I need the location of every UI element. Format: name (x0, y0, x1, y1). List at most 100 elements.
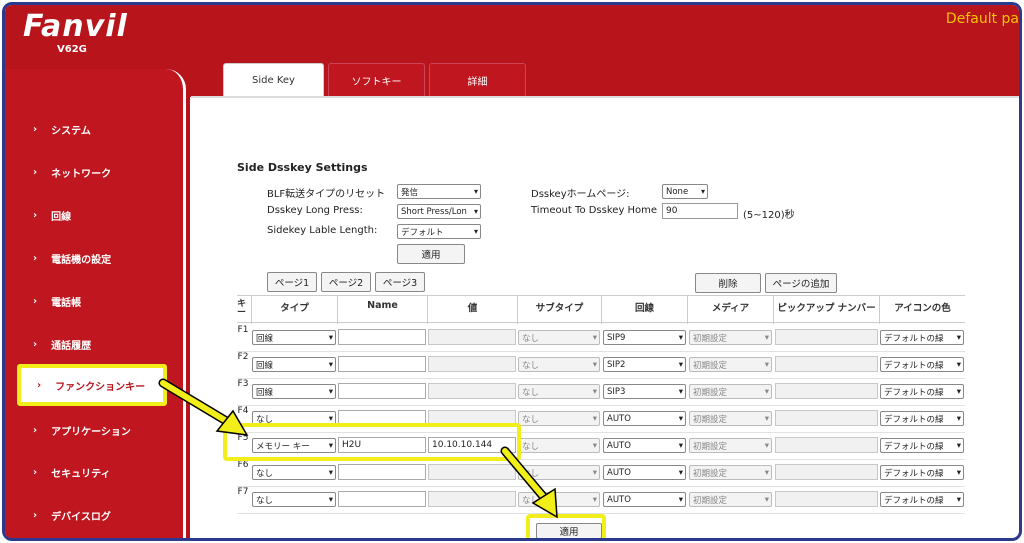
pickup-input[interactable] (775, 437, 878, 453)
name-input[interactable] (338, 491, 426, 507)
timeout-input[interactable]: 90 (662, 203, 738, 219)
delete-button[interactable]: 削除 (695, 273, 761, 293)
media-select[interactable]: 初期設定 ▾ (689, 465, 772, 480)
tab-side-key[interactable]: Side Key (223, 63, 324, 96)
page2-button[interactable]: ページ2 (321, 272, 371, 292)
line-select[interactable]: AUTO ▾ (603, 492, 686, 507)
add-page-button[interactable]: ページの追加 (765, 273, 837, 293)
pickup-input[interactable] (775, 410, 878, 426)
select-value: なし (522, 414, 540, 425)
name-input[interactable] (338, 329, 426, 345)
chevron-down-icon: ▾ (678, 440, 683, 451)
media-select[interactable]: 初期設定 ▾ (689, 330, 772, 345)
tab-advanced[interactable]: 詳細 (429, 63, 526, 96)
sidebar-item-phone-settings[interactable]: › 電話機の設定 (5, 243, 186, 273)
media-select[interactable]: 初期設定 ▾ (689, 492, 772, 507)
chevron-right-icon: › (33, 252, 38, 264)
name-input[interactable] (338, 356, 426, 372)
subtype-select[interactable]: なし ▾ (518, 357, 600, 372)
media-select[interactable]: 初期設定 ▾ (689, 438, 772, 453)
type-select[interactable]: なし ▾ (252, 492, 336, 507)
longpress-select[interactable]: Short Press/Lon ▾ (397, 204, 481, 219)
subtype-select[interactable]: なし ▾ (518, 384, 600, 399)
chevron-down-icon: ▾ (764, 359, 769, 370)
tab-soft-key[interactable]: ソフトキー (328, 63, 425, 96)
lable-length-label: Sidekey Lable Length: (267, 225, 378, 236)
pickup-input[interactable] (775, 329, 878, 345)
value-input[interactable] (428, 356, 516, 372)
value-input[interactable] (428, 329, 516, 345)
chevron-down-icon: ▾ (956, 413, 961, 424)
line-select[interactable]: SIP3 ▾ (603, 384, 686, 399)
select-value: 回線 (256, 360, 274, 371)
type-select[interactable]: 回線 ▾ (252, 330, 336, 345)
home-page-select[interactable]: None ▾ (662, 184, 708, 199)
chevron-right-icon: › (33, 295, 38, 307)
media-select[interactable]: 初期設定 ▾ (689, 384, 772, 399)
col-pickup: ピックアップ ナンバー (773, 296, 879, 324)
subtype-select[interactable]: なし ▾ (518, 492, 600, 507)
line-select[interactable]: AUTO ▾ (603, 465, 686, 480)
settings-apply-button[interactable]: 適用 (397, 244, 465, 264)
app-window: Fanvil V62G Default pa › システム › ネットワーク › 回線… (2, 2, 1022, 541)
icon-color-select[interactable]: デフォルトの緑 ▾ (880, 357, 964, 372)
select-value: デフォルトの緑 (884, 387, 944, 398)
blf-reset-select[interactable]: 発信 ▾ (397, 184, 481, 199)
media-select[interactable]: 初期設定 ▾ (689, 411, 772, 426)
value-input[interactable] (428, 464, 516, 480)
select-value: 初期設定 (693, 441, 728, 452)
pickup-input[interactable] (775, 464, 878, 480)
sidebar-item-function-key[interactable]: › ファンクションキー (17, 364, 167, 406)
sidebar-item-device-log[interactable]: › デバイスログ (5, 500, 186, 530)
subtype-select[interactable]: なし ▾ (518, 411, 600, 426)
icon-color-select[interactable]: デフォルトの緑 ▾ (880, 411, 964, 426)
icon-color-select[interactable]: デフォルトの緑 ▾ (880, 384, 964, 399)
name-input[interactable] (338, 383, 426, 399)
chevron-right-icon: › (33, 209, 38, 221)
line-select[interactable]: AUTO ▾ (603, 411, 686, 426)
line-select[interactable]: SIP2 ▾ (603, 357, 686, 372)
select-value: デフォルトの緑 (884, 468, 944, 479)
sidebar-item-system[interactable]: › システム (5, 114, 186, 144)
key-label: F4 (237, 406, 249, 416)
icon-color-select[interactable]: デフォルトの緑 ▾ (880, 465, 964, 480)
lable-length-select[interactable]: デフォルト ▾ (397, 224, 481, 239)
col-icon-color: アイコンの色 (879, 296, 965, 324)
sidebar-item-applications[interactable]: › アプリケーション (5, 415, 186, 445)
page3-button[interactable]: ページ3 (375, 272, 425, 292)
select-value: AUTO (607, 467, 631, 478)
name-input[interactable] (338, 464, 426, 480)
subtype-select[interactable]: なし ▾ (518, 438, 600, 453)
sidebar-item-phonebook[interactable]: › 電話帳 (5, 286, 186, 316)
col-key: キー (237, 299, 247, 318)
chevron-right-icon: › (33, 466, 38, 478)
media-select[interactable]: 初期設定 ▾ (689, 357, 772, 372)
subtype-select[interactable]: なし ▾ (518, 330, 600, 345)
chevron-down-icon: ▾ (328, 386, 333, 397)
value-input[interactable] (428, 383, 516, 399)
select-value: SIP9 (607, 332, 626, 343)
pickup-input[interactable] (775, 383, 878, 399)
sidebar-item-label: アプリケーション (51, 426, 131, 438)
line-select[interactable]: AUTO ▾ (603, 438, 686, 453)
type-select[interactable]: なし ▾ (252, 465, 336, 480)
icon-color-select[interactable]: デフォルトの緑 ▾ (880, 438, 964, 453)
page1-button[interactable]: ページ1 (267, 272, 317, 292)
type-select[interactable]: 回線 ▾ (252, 384, 336, 399)
sidebar-item-line[interactable]: › 回線 (5, 200, 186, 230)
chevron-down-icon: ▾ (956, 359, 961, 370)
icon-color-select[interactable]: デフォルトの緑 ▾ (880, 492, 964, 507)
tab-bar: Side Key ソフトキー 詳細 (223, 63, 526, 96)
pickup-input[interactable] (775, 491, 878, 507)
type-select[interactable]: 回線 ▾ (252, 357, 336, 372)
value-input[interactable] (428, 491, 516, 507)
sidebar-item-call-history[interactable]: › 通話履歴 (5, 329, 186, 359)
sidebar-item-network[interactable]: › ネットワーク (5, 157, 186, 187)
chevron-down-icon: ▾ (764, 386, 769, 397)
pickup-input[interactable] (775, 356, 878, 372)
line-select[interactable]: SIP9 ▾ (603, 330, 686, 345)
sidebar-item-security[interactable]: › セキュリティ (5, 457, 186, 487)
subtype-select[interactable]: なし ▾ (518, 465, 600, 480)
timeout-hint: (5~120)秒 (743, 210, 795, 221)
icon-color-select[interactable]: デフォルトの緑 ▾ (880, 330, 964, 345)
